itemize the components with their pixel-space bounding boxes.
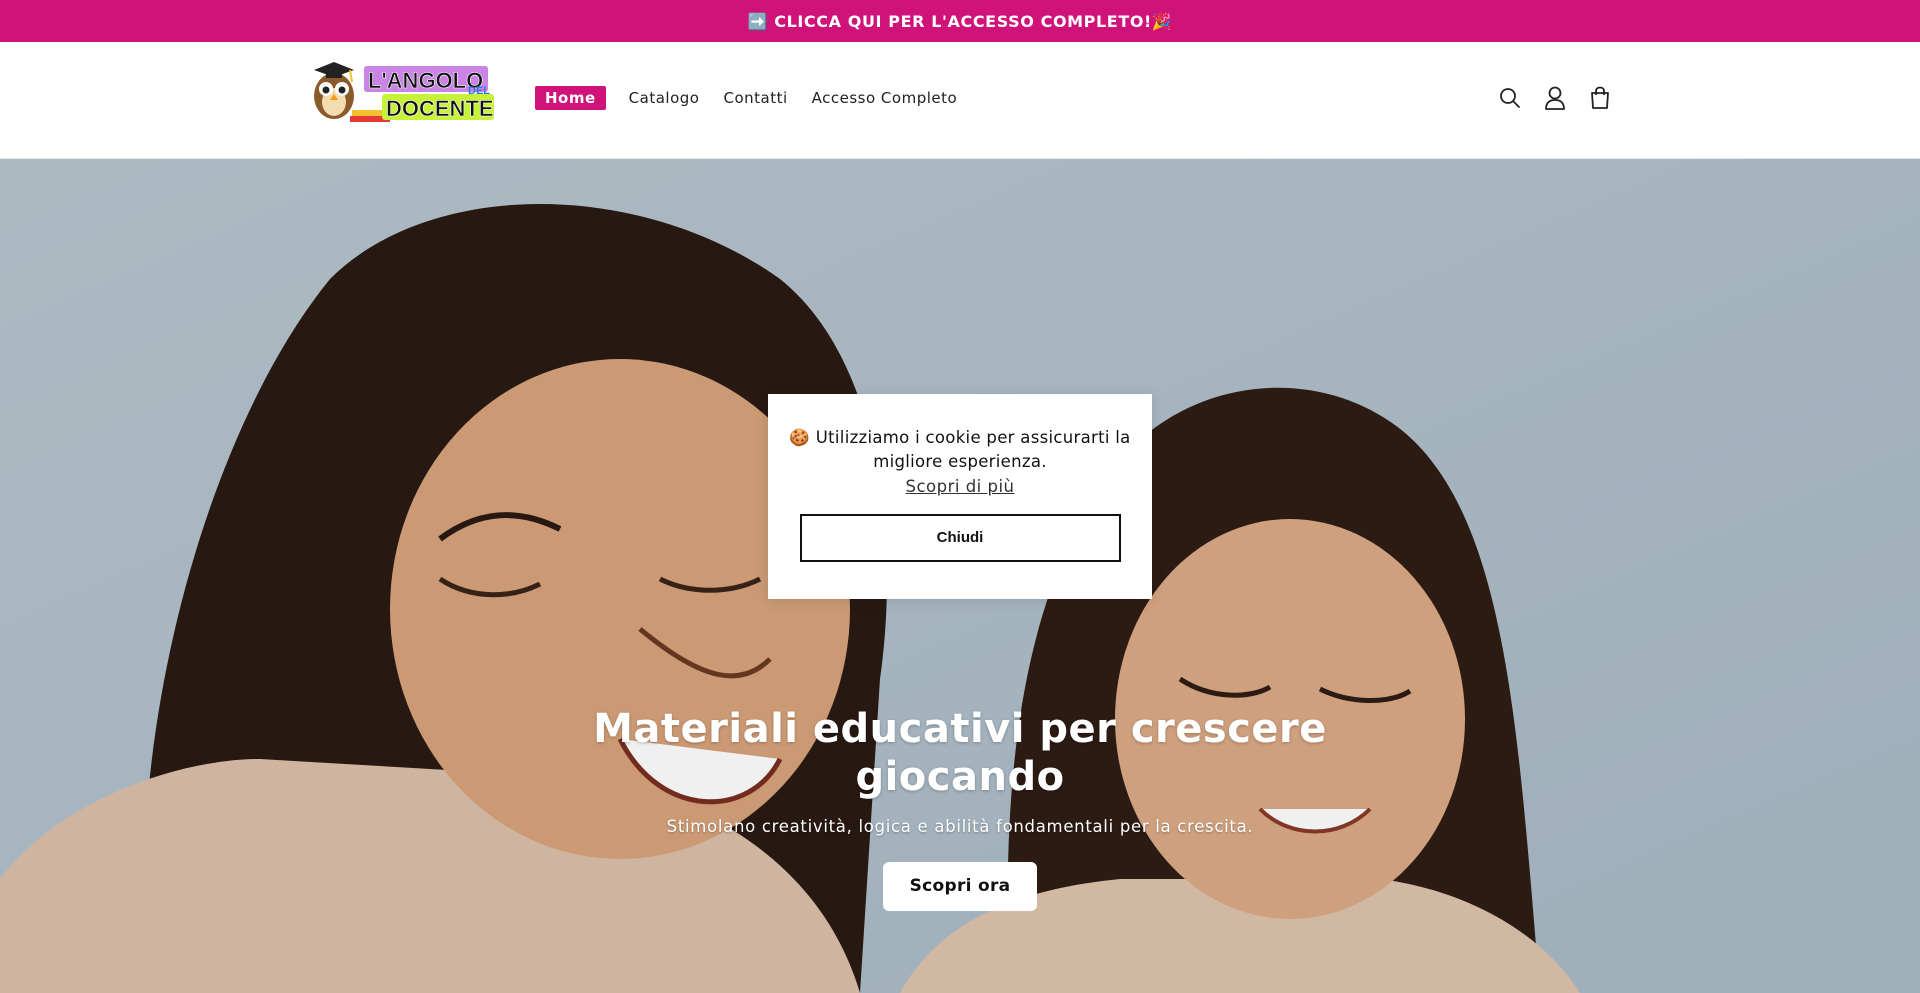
hero-content: Materiali educativi per crescere giocand…: [560, 705, 1360, 911]
nav-catalogo[interactable]: Catalogo: [629, 89, 700, 107]
cookie-popup: 🍪 Utilizziamo i cookie per assicurarti l…: [768, 394, 1152, 599]
search-icon[interactable]: [1496, 84, 1524, 112]
cart-icon[interactable]: [1586, 84, 1614, 112]
hero-title: Materiali educativi per crescere giocand…: [593, 706, 1327, 800]
announcement-link[interactable]: ➡️ CLICCA QUI PER L'ACCESSO COMPLETO!🎉: [748, 12, 1173, 31]
nav-accesso-completo[interactable]: Accesso Completo: [812, 89, 958, 107]
hero-subtitle: Stimolano creatività, logica e abilità f…: [666, 817, 1254, 836]
logo-text-top: L'ANGOLO: [368, 68, 483, 93]
cookie-message: 🍪 Utilizziamo i cookie per assicurarti l…: [789, 428, 1131, 471]
cookie-close-button[interactable]: Chiudi: [799, 514, 1121, 562]
announcement-bar: ➡️ CLICCA QUI PER L'ACCESSO COMPLETO!🎉: [0, 0, 1920, 42]
nav-home[interactable]: Home: [535, 86, 606, 110]
discover-button[interactable]: Scopri ora: [883, 862, 1037, 911]
main-nav: Home Catalogo Contatti Accesso Completo: [535, 86, 981, 110]
nav-contatti[interactable]: Contatti: [723, 89, 787, 107]
account-icon[interactable]: [1541, 84, 1569, 112]
cookie-learn-more-link[interactable]: Scopri di più: [905, 477, 1014, 496]
header-icons: [1496, 84, 1631, 112]
logo-text-bottom: DOCENTE: [386, 96, 494, 121]
site-logo[interactable]: L'ANGOLO DEL DOCENTE: [308, 56, 500, 128]
site-header: L'ANGOLO DEL DOCENTE Home Catalogo Conta…: [0, 42, 1920, 159]
logo-graphic: L'ANGOLO DEL DOCENTE: [314, 62, 494, 122]
